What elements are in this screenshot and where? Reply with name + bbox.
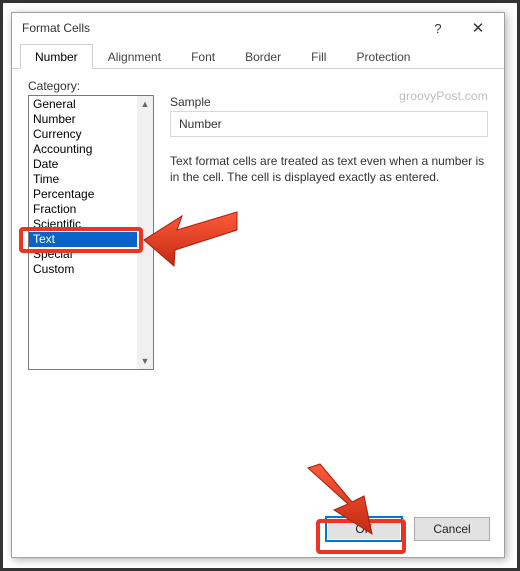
category-item-special[interactable]: Special: [29, 247, 153, 262]
dialog-footer: OK Cancel: [12, 511, 504, 557]
category-item-fraction[interactable]: Fraction: [29, 202, 153, 217]
category-item-currency[interactable]: Currency: [29, 127, 153, 142]
watermark-text: groovyPost.com: [399, 89, 488, 103]
tab-border[interactable]: Border: [230, 44, 296, 69]
help-button[interactable]: ?: [418, 14, 458, 42]
scroll-up-icon[interactable]: ▲: [137, 96, 153, 112]
cancel-button[interactable]: Cancel: [414, 517, 490, 541]
tab-alignment[interactable]: Alignment: [93, 44, 176, 69]
tab-protection[interactable]: Protection: [341, 44, 425, 69]
tab-font[interactable]: Font: [176, 44, 230, 69]
close-button[interactable]: ✕: [458, 14, 498, 42]
category-item-percentage[interactable]: Percentage: [29, 187, 153, 202]
category-listbox[interactable]: GeneralNumberCurrencyAccountingDateTimeP…: [28, 95, 154, 370]
category-item-time[interactable]: Time: [29, 172, 153, 187]
titlebar: Format Cells ? ✕: [12, 13, 504, 43]
category-item-general[interactable]: General: [29, 97, 153, 112]
category-item-text[interactable]: Text: [29, 232, 153, 247]
category-item-date[interactable]: Date: [29, 157, 153, 172]
tab-strip: Number Alignment Font Border Fill Protec…: [12, 43, 504, 69]
scroll-down-icon[interactable]: ▼: [137, 353, 153, 369]
sample-box: Number: [170, 111, 488, 137]
ok-button[interactable]: OK: [326, 517, 402, 541]
category-item-custom[interactable]: Custom: [29, 262, 153, 277]
category-item-accounting[interactable]: Accounting: [29, 142, 153, 157]
sample-value: Number: [179, 117, 222, 131]
category-item-number[interactable]: Number: [29, 112, 153, 127]
listbox-scrollbar[interactable]: ▲ ▼: [137, 96, 153, 369]
format-description: Text format cells are treated as text ev…: [170, 153, 488, 185]
dialog-body: Category: GeneralNumberCurrencyAccountin…: [12, 69, 504, 511]
tab-number[interactable]: Number: [20, 44, 93, 69]
format-cells-dialog: Format Cells ? ✕ Number Alignment Font B…: [11, 12, 505, 558]
tab-fill[interactable]: Fill: [296, 44, 341, 69]
category-item-scientific[interactable]: Scientific: [29, 217, 153, 232]
dialog-title: Format Cells: [22, 21, 418, 35]
